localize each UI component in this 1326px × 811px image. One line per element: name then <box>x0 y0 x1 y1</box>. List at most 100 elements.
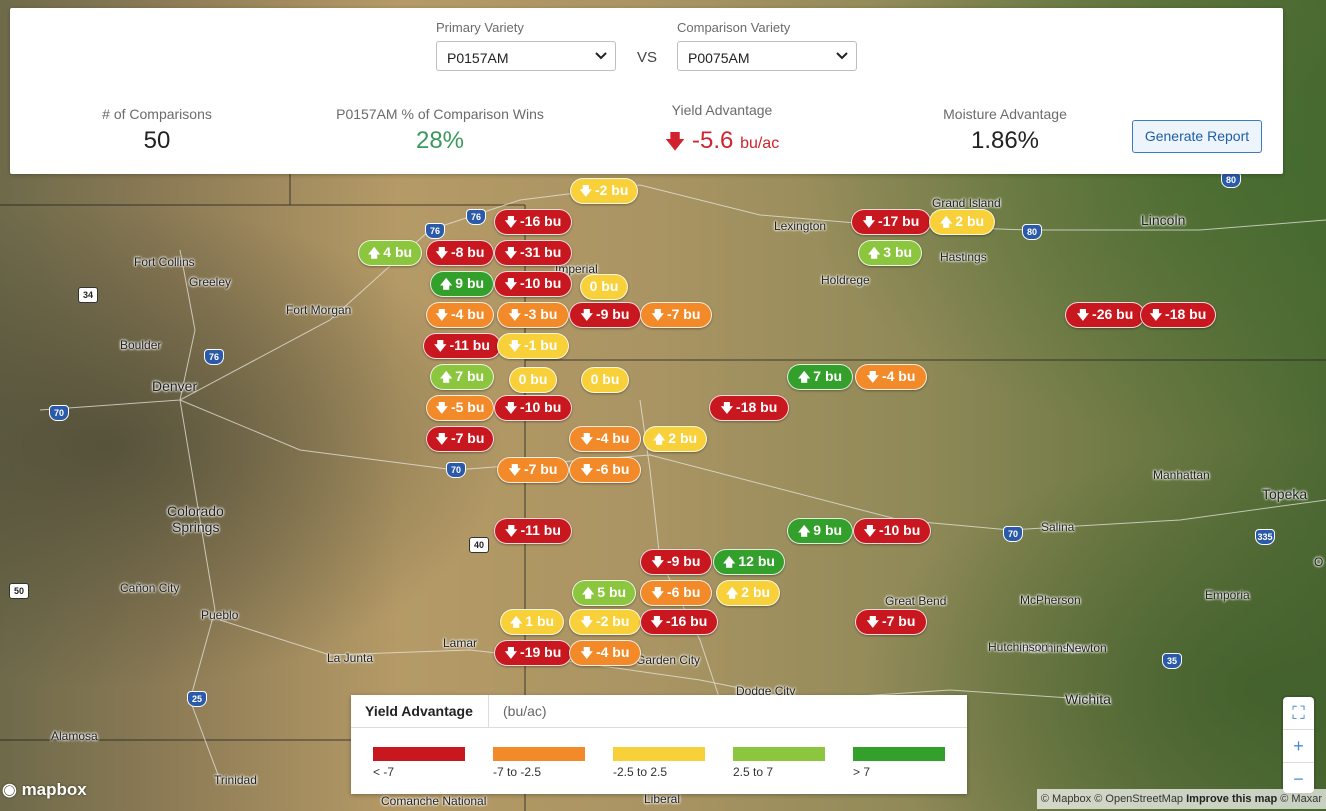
yield-marker[interactable]: 🡇 -11 bu <box>494 518 572 544</box>
arrow-up-icon: 🡅 <box>797 524 811 538</box>
yield-marker[interactable]: 🡇 -4 bu <box>426 302 494 328</box>
arrow-down-icon: 🡇 <box>1076 308 1090 322</box>
arrow-down-icon: 🡇 <box>651 586 664 600</box>
wins-label: P0157AM % of Comparison Wins <box>336 106 544 122</box>
us-route-shield: 40 <box>469 537 489 553</box>
city-label: Trinidad <box>214 773 257 787</box>
improve-map-link[interactable]: Improve this map <box>1186 793 1277 805</box>
yield-marker[interactable]: 🡇 -5 bu <box>426 395 494 421</box>
yield-marker[interactable]: 🡅 1 bu <box>500 609 564 635</box>
yield-marker[interactable]: 🡇 -10 bu <box>853 518 931 544</box>
yield-marker-label: -17 bu <box>878 213 920 229</box>
yield-advantage-value: 🡇 -5.6 bu/ac <box>622 127 822 161</box>
yield-marker[interactable]: 🡇 -9 bu <box>640 549 712 575</box>
yield-marker-label: 5 bu <box>597 584 627 600</box>
primary-variety-select[interactable]: P0157AM <box>436 41 616 71</box>
yield-marker[interactable]: 🡅 4 bu <box>358 240 422 266</box>
yield-marker[interactable]: 🡇 -7 bu <box>640 302 712 328</box>
legend-swatch <box>373 747 465 761</box>
yield-marker[interactable]: 🡅 5 bu <box>572 580 636 606</box>
arrow-down-icon: 🡇 <box>651 308 664 322</box>
yield-marker[interactable]: 🡇 -2 bu <box>569 609 641 635</box>
yield-marker-label: 7 bu <box>455 368 485 384</box>
yield-marker[interactable]: 🡅 2 bu <box>929 209 995 235</box>
yield-marker[interactable]: 🡇 -7 bu <box>426 426 494 452</box>
arrow-down-icon: 🡇 <box>508 308 521 322</box>
yield-marker-label: -10 bu <box>879 522 921 538</box>
arrow-down-icon: 🡇 <box>508 463 521 477</box>
yield-marker[interactable]: 🡇 -18 bu <box>709 395 789 421</box>
yield-marker[interactable]: 🡇 -9 bu <box>569 302 641 328</box>
mapbox-logo[interactable]: ◉ mapbox <box>2 780 87 800</box>
fullscreen-icon[interactable]: ⛶ <box>1283 697 1314 730</box>
yield-marker[interactable]: 🡅 7 bu <box>787 364 853 390</box>
arrow-down-icon: 🡇 <box>863 524 877 538</box>
yield-marker[interactable]: 🡅 9 bu <box>787 518 853 544</box>
arrow-down-icon: 🡇 <box>435 401 448 415</box>
yield-marker[interactable]: 🡇 -16 bu <box>640 609 718 635</box>
yield-marker[interactable]: 🡇 -4 bu <box>569 426 641 452</box>
yield-marker-label: -2 bu <box>594 182 629 198</box>
comparison-variety-value: P0075AM <box>688 50 750 66</box>
yield-marker[interactable]: 🡇 -4 bu <box>855 364 927 390</box>
yield-marker[interactable]: 🡇 -17 bu <box>851 209 931 235</box>
yield-marker[interactable]: 🡇 -18 bu <box>1140 302 1216 328</box>
yield-marker-label: -7 bu <box>881 613 916 629</box>
yield-marker[interactable]: 🡅 12 bu <box>713 549 785 575</box>
yield-marker-label: -9 bu <box>666 553 701 569</box>
generate-report-button[interactable]: Generate Report <box>1132 120 1262 153</box>
city-label: Alamosa <box>51 729 98 743</box>
comparison-variety-select[interactable]: P0075AM <box>677 41 857 71</box>
yield-marker[interactable]: 🡅 9 bu <box>430 271 494 297</box>
yield-marker[interactable]: 🡅 3 bu <box>858 240 922 266</box>
city-label: Garden City <box>636 653 701 667</box>
yield-marker[interactable]: 🡇 -10 bu <box>494 271 572 297</box>
arrow-down-icon: 🡇 <box>508 339 521 353</box>
legend-title[interactable]: Yield Advantage <box>351 695 489 727</box>
arrow-up-icon: 🡅 <box>509 615 523 629</box>
arrow-down-icon: 🡇 <box>651 555 664 569</box>
city-label: Denver <box>152 378 198 394</box>
yield-marker-label: -8 bu <box>450 244 485 260</box>
zoom-in-button[interactable]: + <box>1283 730 1314 763</box>
yield-marker[interactable]: 🡇 -1 bu <box>497 333 569 359</box>
interstate-shield: 80 <box>1221 172 1241 188</box>
yield-marker[interactable]: 🡅 2 bu <box>643 426 707 452</box>
yield-marker-label: 9 bu <box>455 275 485 291</box>
interstate-shield: 25 <box>187 691 207 707</box>
yield-marker-label: -18 bu <box>736 399 778 415</box>
city-label: Fort Collins <box>134 255 195 269</box>
arrow-down-icon: 🡇 <box>1149 308 1163 322</box>
arrow-up-icon: 🡅 <box>367 246 381 260</box>
yield-marker[interactable]: 🡇 -6 bu <box>640 580 712 606</box>
yield-marker[interactable]: 🡇 -2 bu <box>570 178 638 204</box>
yield-marker[interactable]: 🡇 -26 bu <box>1065 302 1145 328</box>
yield-unit: bu/ac <box>740 135 780 152</box>
yield-marker[interactable]: 🡅 2 bu <box>716 580 780 606</box>
yield-marker[interactable]: 🡇 -8 bu <box>426 240 494 266</box>
arrow-up-icon: 🡅 <box>725 586 739 600</box>
yield-marker[interactable]: 0 bu <box>581 367 629 393</box>
yield-marker-label: 9 bu <box>813 522 843 538</box>
yield-marker[interactable]: 🡇 -16 bu <box>494 209 572 235</box>
yield-marker[interactable]: 🡅 7 bu <box>430 364 494 390</box>
yield-marker[interactable]: 🡇 -7 bu <box>497 457 569 483</box>
city-label: Great Bend <box>885 594 947 608</box>
yield-marker[interactable]: 🡇 -10 bu <box>494 395 572 421</box>
yield-marker[interactable]: 🡇 -19 bu <box>494 640 572 666</box>
yield-marker[interactable]: 🡇 -4 bu <box>569 640 641 666</box>
attribution-maxar[interactable]: © Maxar <box>1280 793 1322 805</box>
yield-marker[interactable]: 🡇 -7 bu <box>855 609 927 635</box>
yield-marker-label: 0 bu <box>518 371 548 387</box>
moisture-advantage-value: 1.86% <box>970 127 1040 154</box>
yield-marker[interactable]: 0 bu <box>509 367 557 393</box>
yield-marker[interactable]: 🡇 -3 bu <box>497 302 569 328</box>
yield-marker[interactable]: 🡇 -11 bu <box>423 333 501 359</box>
arrow-down-icon: 🡇 <box>504 277 518 291</box>
attribution-mapbox[interactable]: © Mapbox <box>1041 793 1091 805</box>
yield-marker-label: -4 bu <box>595 430 630 446</box>
yield-marker[interactable]: 🡇 -6 bu <box>569 457 641 483</box>
yield-marker[interactable]: 🡇 -31 bu <box>494 240 572 266</box>
attribution-osm[interactable]: © OpenStreetMap <box>1094 793 1183 805</box>
yield-marker[interactable]: 0 bu <box>580 274 628 300</box>
